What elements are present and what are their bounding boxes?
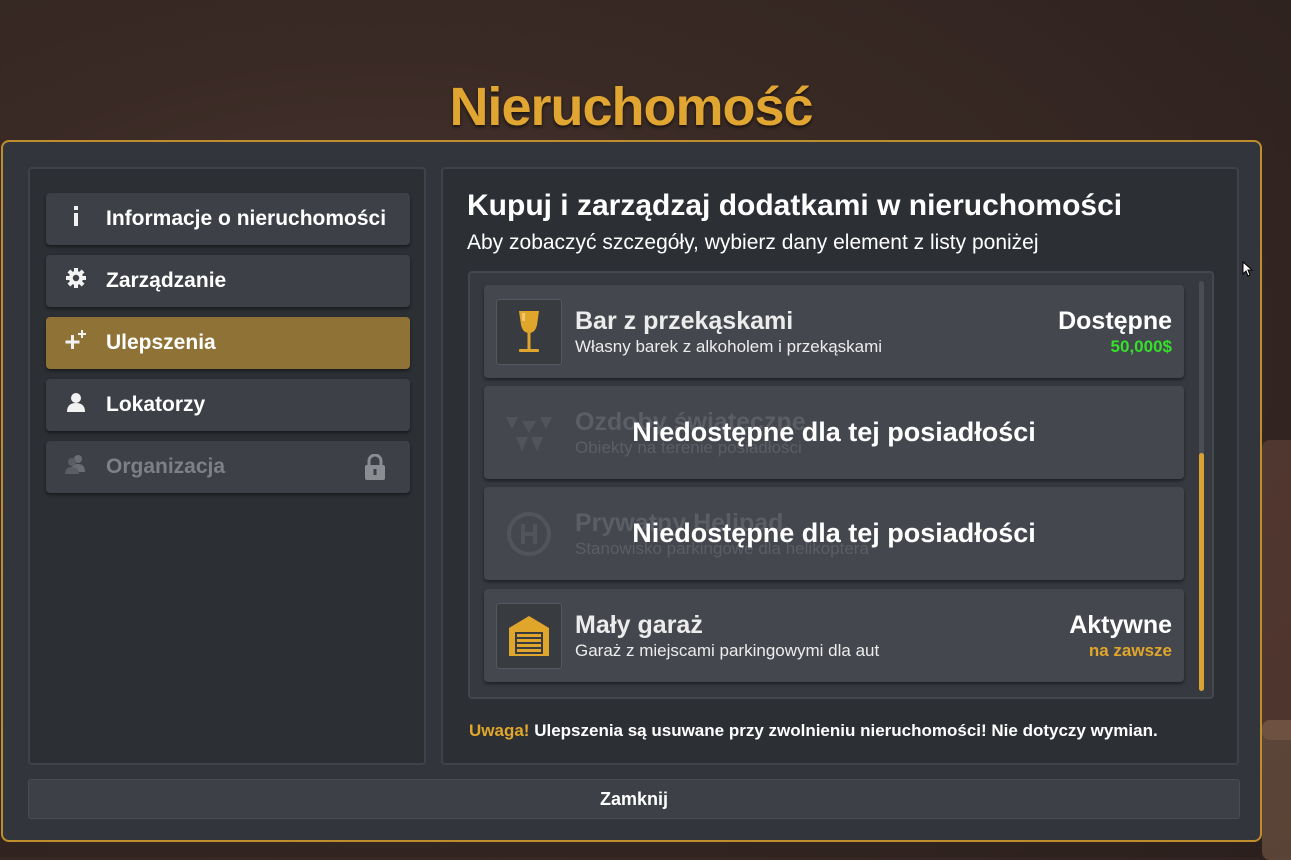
upgrade-row-christmas-decorations[interactable]: Ozdoby świąteczne Obiekty na terenie pos… xyxy=(484,386,1184,479)
upgrades-panel: Kupuj i zarządzaj dodatkami w nieruchomo… xyxy=(441,167,1239,765)
mouse-cursor-icon xyxy=(1242,260,1254,282)
background-object xyxy=(1262,440,1291,740)
garage-icon xyxy=(496,603,562,669)
page-title: Nieruchomość xyxy=(449,77,813,137)
sidebar-item-organization[interactable]: Organizacja xyxy=(46,441,410,493)
sidebar: Informacje o nieruchomości Zarządzanie U… xyxy=(28,167,426,765)
wine-glass-icon xyxy=(496,299,562,365)
user-icon xyxy=(46,392,106,418)
upgrade-title: Mały garaż xyxy=(575,611,703,639)
content-heading: Kupuj i zarządzaj dodatkami w nieruchomo… xyxy=(467,189,1123,222)
upgrade-description: Garaż z miejscami parkingowymi dla aut xyxy=(575,641,880,660)
sidebar-item-property-info[interactable]: Informacje o nieruchomości xyxy=(46,193,410,245)
upgrades-list: Bar z przekąskami Własny barek z alkohol… xyxy=(468,271,1214,699)
unavailable-label: Niedostępne dla tej posiadłości xyxy=(632,417,1036,447)
upgrade-price: 50,000$ xyxy=(1110,337,1172,356)
upgrade-row-small-garage[interactable]: Mały garaż Garaż z miejscami parkingowym… xyxy=(484,589,1184,682)
sparkle-plus-icon xyxy=(46,330,106,356)
upgrade-status: Aktywne xyxy=(1069,611,1172,639)
scrollbar[interactable] xyxy=(1199,281,1204,691)
info-icon xyxy=(46,206,106,232)
upgrade-description: Własny barek z alkoholem i przekąskami xyxy=(575,337,883,356)
upgrade-row-private-helipad[interactable]: Prywatny Helipad Stanowisko parkingowe d… xyxy=(484,487,1184,580)
property-modal: Informacje o nieruchomości Zarządzanie U… xyxy=(1,140,1262,842)
content-subheading: Aby zobaczyć szczegóły, wybierz dany ele… xyxy=(467,231,1039,254)
sidebar-item-upgrades[interactable]: Ulepszenia xyxy=(46,317,410,369)
sidebar-item-tenants[interactable]: Lokatorzy xyxy=(46,379,410,431)
background-object xyxy=(1262,720,1291,860)
upgrade-duration: na zawsze xyxy=(1088,641,1172,660)
sidebar-item-label: Organizacja xyxy=(106,455,226,478)
sidebar-item-label: Lokatorzy xyxy=(106,393,206,416)
warning-text: Ulepszenia są usuwane przy zwolnieniu ni… xyxy=(529,721,1158,740)
lock-icon xyxy=(364,453,386,486)
group-icon xyxy=(46,454,106,480)
sidebar-item-label: Ulepszenia xyxy=(106,331,216,354)
close-button[interactable]: Zamknij xyxy=(28,779,1240,819)
sidebar-item-label: Informacje o nieruchomości xyxy=(106,207,387,230)
sidebar-item-label: Zarządzanie xyxy=(106,269,227,292)
gear-icon xyxy=(46,268,106,294)
warning-label: Uwaga! xyxy=(469,721,530,740)
upgrade-title: Bar z przekąskami xyxy=(575,307,794,335)
unavailable-label: Niedostępne dla tej posiadłości xyxy=(632,518,1036,548)
upgrade-row-snack-bar[interactable]: Bar z przekąskami Własny barek z alkohol… xyxy=(484,285,1184,378)
sidebar-item-management[interactable]: Zarządzanie xyxy=(46,255,410,307)
scrollbar-thumb[interactable] xyxy=(1199,453,1204,691)
warning-notice: Uwaga! Ulepszenia są usuwane przy zwolni… xyxy=(469,721,1158,741)
upgrade-status: Dostępne xyxy=(1058,307,1172,335)
